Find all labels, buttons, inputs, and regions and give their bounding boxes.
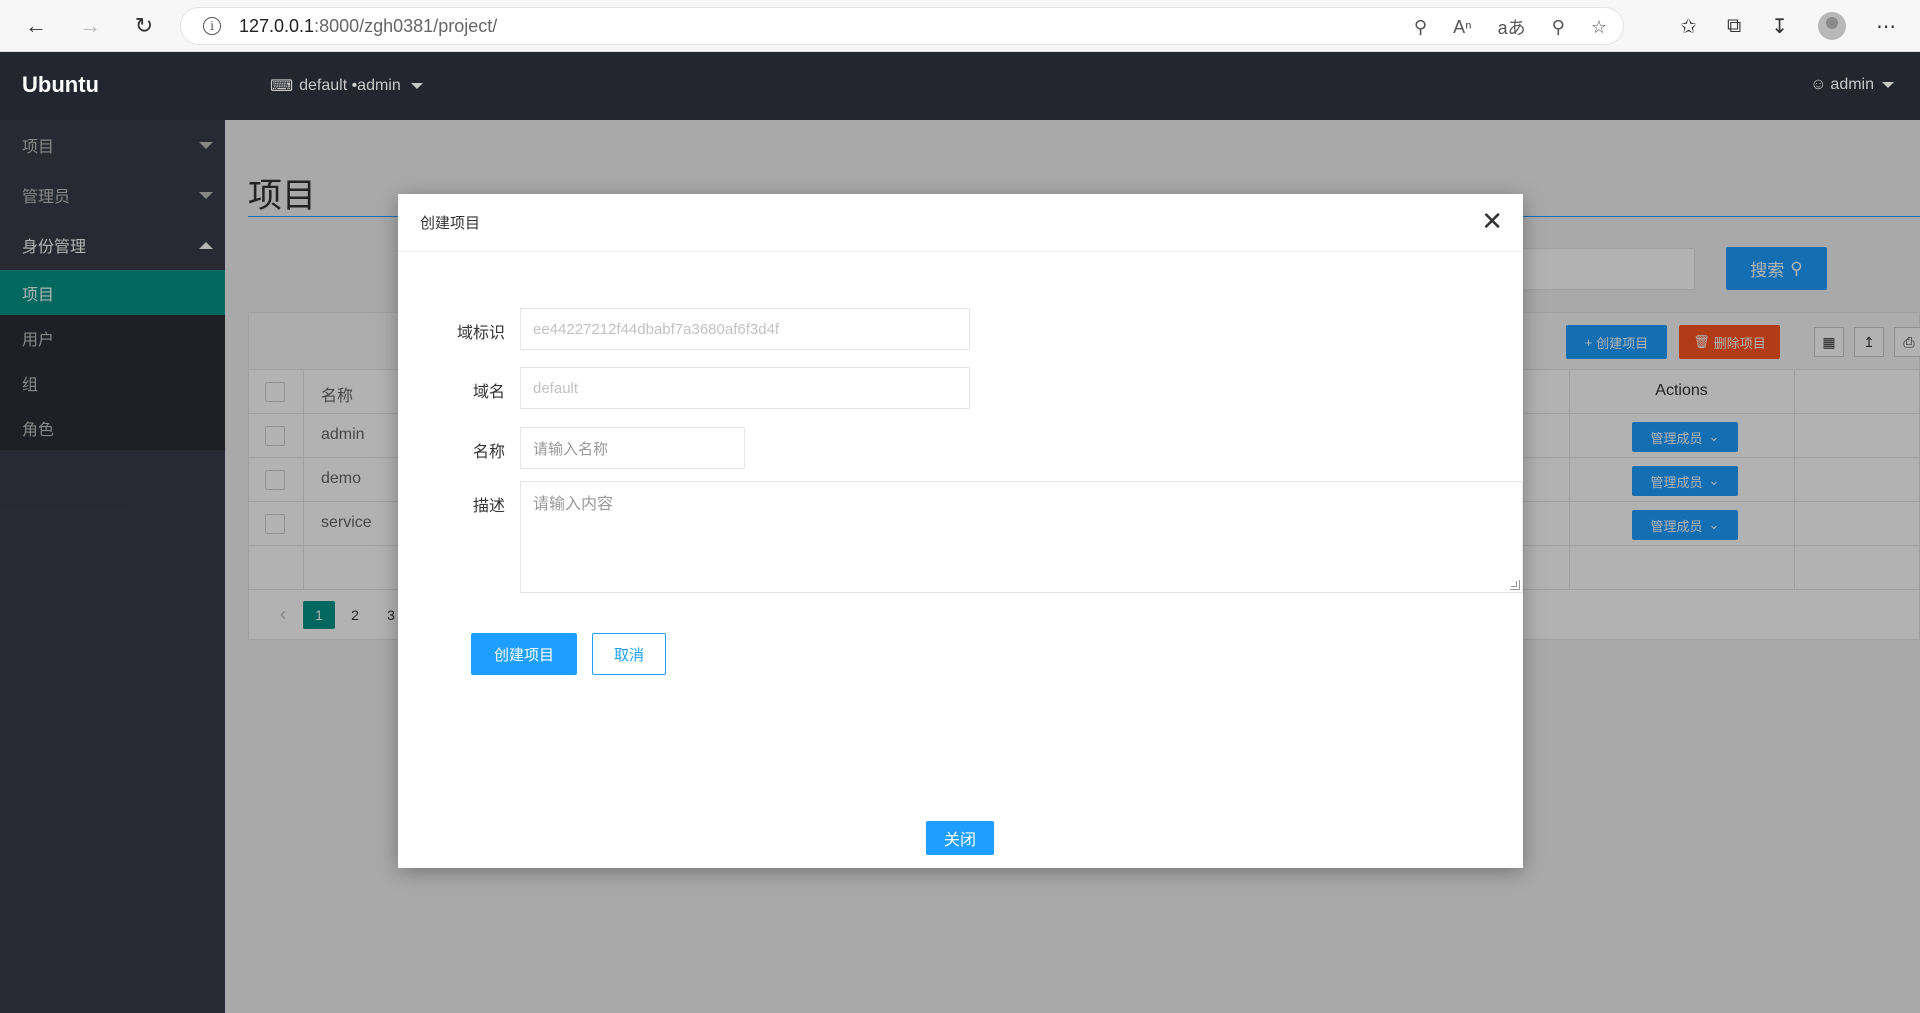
dialog-title: 创建项目 [420, 215, 481, 232]
chevron-down-icon [1882, 82, 1894, 88]
domain-name-row: 域名 default [398, 367, 970, 409]
user-icon: ☺ [1810, 76, 1827, 93]
domain-name-label: 域名 [472, 384, 505, 401]
site-info-icon[interactable]: i [203, 17, 221, 35]
favorite-add-icon[interactable]: ☆ [1591, 17, 1607, 38]
domain-selector-label: default •admin [299, 77, 401, 94]
read-aloud-icon[interactable]: Aⁿ [1453, 17, 1472, 38]
browser-toolbar: ← → ↻ i 127.0.0.1:8000/zgh0381/project/ … [0, 0, 1920, 52]
close-icon[interactable]: ✕ [1481, 208, 1503, 234]
profile-avatar[interactable] [1818, 12, 1846, 40]
key-icon[interactable]: ⚲ [1414, 17, 1427, 38]
reload-icon[interactable]: ↻ [128, 10, 160, 42]
resize-handle-icon[interactable] [1510, 580, 1520, 590]
app-header: Ubuntu ⌨ default •admin ☺ admin [0, 52, 1920, 120]
description-placeholder: 请输入内容 [533, 496, 614, 513]
address-bar[interactable]: i 127.0.0.1:8000/zgh0381/project/ ⚲ Aⁿ a… [180, 7, 1624, 45]
user-menu[interactable]: ☺ admin [1810, 76, 1894, 94]
name-row: 名称 请输入名称 [398, 427, 745, 469]
domain-id-field[interactable]: ee44227212f44dbabf7a3680af6f3d4f [520, 308, 970, 350]
description-row: 描述 请输入内容 [398, 481, 1523, 593]
dialog-header: 创建项目 ✕ [398, 194, 1523, 252]
domain-name-field[interactable]: default [520, 367, 970, 409]
user-menu-label: admin [1830, 76, 1874, 93]
description-textarea[interactable]: 请输入内容 [520, 481, 1523, 593]
download-icon[interactable]: ↧ [1771, 14, 1788, 39]
close-button[interactable]: 关闭 [926, 821, 994, 855]
forward-icon[interactable]: → [74, 10, 106, 42]
cancel-button[interactable]: 取消 [592, 633, 666, 675]
submit-create-project-button[interactable]: 创建项目 [471, 633, 577, 675]
back-icon[interactable]: ← [20, 10, 52, 42]
zoom-icon[interactable]: ⚲ [1552, 17, 1565, 38]
domain-id-row: 域标识 ee44227212f44dbabf7a3680af6f3d4f [398, 308, 970, 350]
description-label: 描述 [472, 498, 505, 515]
name-label: 名称 [472, 444, 505, 461]
chevron-down-icon [410, 83, 423, 89]
app-brand: Ubuntu [22, 72, 99, 97]
favorites-icon[interactable]: ✩ [1680, 14, 1697, 39]
domain-id-label: 域标识 [456, 325, 505, 342]
domain-selector[interactable]: ⌨ default •admin [270, 76, 423, 96]
collections-icon[interactable]: ⧉ [1727, 15, 1741, 38]
name-input[interactable]: 请输入名称 [520, 427, 745, 469]
translate-icon[interactable]: aあ [1498, 14, 1526, 40]
more-icon[interactable]: ⋯ [1876, 14, 1896, 39]
url-text[interactable]: 127.0.0.1:8000/zgh0381/project/ [239, 16, 497, 37]
create-project-dialog: 创建项目 ✕ 域标识 ee44227212f44dbabf7a3680af6f3… [398, 194, 1523, 868]
keyboard-icon: ⌨ [270, 78, 294, 95]
